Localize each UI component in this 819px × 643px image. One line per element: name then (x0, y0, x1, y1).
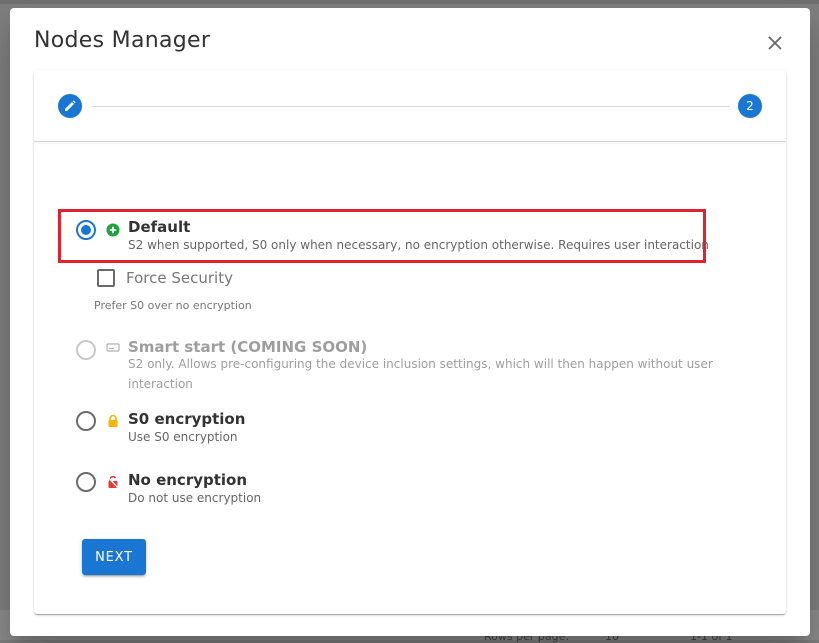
next-button[interactable]: NEXT (82, 539, 146, 575)
close-icon (768, 36, 782, 50)
nodes-manager-dialog: Nodes Manager 2 Default S2 when supporte… (10, 8, 810, 636)
card-icon (106, 343, 120, 352)
step-1-edit[interactable] (58, 94, 82, 118)
stepper-connector (92, 106, 730, 107)
stepper: 2 (34, 70, 786, 142)
option-default-title: Default (128, 218, 191, 236)
option-no-encryption-description: Do not use encryption (128, 491, 262, 505)
radio-no-encryption[interactable] (76, 472, 96, 492)
option-default-description: S2 when supported, S0 only when necessar… (128, 238, 709, 252)
radio-s0-encryption[interactable] (76, 411, 96, 431)
force-security-label: Force Security (126, 269, 233, 287)
step-2[interactable]: 2 (738, 94, 762, 118)
option-no-encryption-title: No encryption (128, 471, 248, 489)
pencil-icon (65, 100, 76, 111)
background-panel-top (0, 0, 819, 4)
plus-circle-icon (106, 223, 120, 237)
radio-smart-start (76, 340, 96, 360)
radio-default[interactable] (76, 220, 96, 240)
stepper-divider (34, 141, 786, 142)
dialog-title: Nodes Manager (34, 28, 211, 53)
unlocked-icon (107, 475, 119, 489)
inclusion-card: 2 Default S2 when supported, S0 only whe… (34, 70, 786, 614)
force-security-hint: Prefer S0 over no encryption (94, 299, 252, 312)
option-smart-start-description: S2 only. Allows pre-configuring the devi… (128, 357, 713, 391)
lock-icon (108, 414, 118, 427)
close-button[interactable] (762, 30, 788, 56)
force-security-checkbox[interactable] (97, 269, 115, 287)
option-s0-title: S0 encryption (128, 410, 246, 428)
option-s0-description: Use S0 encryption (128, 430, 238, 444)
